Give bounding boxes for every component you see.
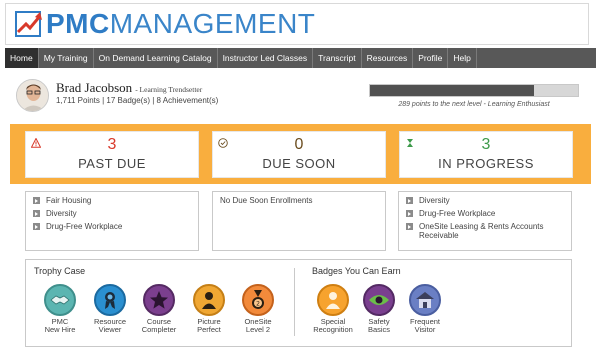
badge-safety-basics[interactable]: Safety Basics	[354, 284, 404, 334]
arrow-bullet-icon	[33, 210, 40, 217]
nav-help[interactable]: Help	[448, 48, 477, 68]
list-item-label: Diversity	[46, 209, 77, 218]
list-item[interactable]: Diversity	[406, 196, 564, 205]
badge-line2: Basics	[367, 325, 391, 334]
badge-line2: Level 2	[245, 325, 271, 334]
arrow-bullet-icon	[33, 197, 40, 204]
section-divider	[294, 268, 295, 336]
badge-resource-viewer[interactable]: Resource Viewer	[85, 284, 135, 334]
logo-mark-icon	[14, 8, 44, 40]
list-item-label: Drug-Free Workplace	[419, 209, 496, 218]
person-icon	[193, 284, 225, 316]
due-soon-count: 0	[294, 136, 304, 153]
arrow-bullet-icon	[406, 223, 413, 230]
arrow-bullet-icon	[406, 197, 413, 204]
badge-line2: New Hire	[44, 325, 76, 334]
profile-name-line: Brad Jacobson - Learning Trendsetter	[56, 80, 202, 96]
badge-line2: Perfect	[197, 325, 221, 334]
handshake-icon	[44, 284, 76, 316]
arrow-bullet-icon	[406, 210, 413, 217]
medal-icon: 2	[242, 284, 274, 316]
past-due-count: 3	[107, 136, 117, 153]
house-icon	[409, 284, 441, 316]
due-soon-label: DUE SOON	[262, 156, 336, 171]
list-item[interactable]: Drug-Free Workplace	[406, 209, 564, 218]
status-band: 3 PAST DUE 0 DUE SOON 3 IN PROGRESS	[10, 124, 591, 184]
ribbon-icon	[94, 284, 126, 316]
list-item-label: OneSite Leasing & Rents Accounts Receiva…	[419, 222, 544, 240]
level-progress-fill	[370, 85, 535, 96]
clock-icon	[218, 135, 228, 148]
badge-line2: Completer	[141, 325, 177, 334]
nav-on-demand-catalog[interactable]: On Demand Learning Catalog	[94, 48, 218, 68]
main-nav: Home My Training On Demand Learning Cata…	[5, 48, 596, 68]
past-due-label: PAST DUE	[78, 156, 146, 171]
level-progress-bar	[369, 84, 579, 97]
badge-onesite-level-2[interactable]: 2 OneSite Level 2	[233, 284, 283, 334]
due-soon-card[interactable]: 0 DUE SOON	[212, 131, 386, 178]
list-item-label: Diversity	[419, 196, 450, 205]
trophy-panel: Trophy Case Badges You Can Earn PMC New H…	[25, 259, 572, 347]
profile-title: - Learning Trendsetter	[135, 85, 203, 94]
badge-line2: Recognition	[313, 325, 353, 334]
list-item[interactable]: Drug-Free Workplace	[33, 222, 191, 231]
hourglass-icon	[405, 135, 415, 147]
past-due-list: Fair Housing Diversity Drug-Free Workpla…	[25, 191, 199, 251]
list-item[interactable]: OneSite Leasing & Rents Accounts Receiva…	[406, 222, 564, 240]
brand-logo[interactable]: PMCMANAGEMENT	[14, 8, 315, 40]
nav-home[interactable]: Home	[5, 48, 39, 68]
nav-resources[interactable]: Resources	[362, 48, 414, 68]
due-soon-empty-message: No Due Soon Enrollments	[220, 196, 313, 205]
nav-profile[interactable]: Profile	[413, 48, 449, 68]
badge-line2: Viewer	[98, 325, 122, 334]
arrow-bullet-icon	[33, 223, 40, 230]
profile-name: Brad Jacobson	[56, 80, 133, 95]
nav-transcript[interactable]: Transcript	[313, 48, 362, 68]
header-logo-bar: PMCMANAGEMENT	[5, 3, 589, 45]
past-due-card[interactable]: 3 PAST DUE	[25, 131, 199, 178]
svg-text:2: 2	[256, 301, 260, 308]
badge-course-completer[interactable]: Course Completer	[134, 284, 184, 334]
progress-caption: 289 points to the next level - Learning …	[398, 101, 550, 108]
list-item[interactable]: Fair Housing	[33, 196, 191, 205]
person-icon	[317, 284, 349, 316]
badge-frequent-visitor[interactable]: Frequent Visitor	[400, 284, 450, 334]
badge-picture-perfect[interactable]: Picture Perfect	[184, 284, 234, 334]
avatar[interactable]	[16, 79, 49, 112]
list-item-label: Drug-Free Workplace	[46, 222, 123, 231]
due-soon-list: No Due Soon Enrollments	[212, 191, 386, 251]
eye-icon	[363, 284, 395, 316]
badge-pmc-new-hire[interactable]: PMC New Hire	[35, 284, 85, 334]
profile-stats: 1,711 Points | 17 Badge(s) | 8 Achieveme…	[56, 96, 219, 105]
list-item-label: Fair Housing	[46, 196, 92, 205]
in-progress-label: IN PROGRESS	[438, 156, 534, 171]
brand-name-rest: MANAGEMENT	[109, 8, 316, 39]
star-icon	[143, 284, 175, 316]
nav-my-training[interactable]: My Training	[39, 48, 94, 68]
badge-line2: Visitor	[414, 325, 436, 334]
in-progress-list: Diversity Drug-Free Workplace OneSite Le…	[398, 191, 572, 251]
nav-instructor-led[interactable]: Instructor Led Classes	[218, 48, 314, 68]
in-progress-card[interactable]: 3 IN PROGRESS	[399, 131, 573, 178]
brand-name-bold: PMC	[46, 8, 110, 39]
badge-special-recognition[interactable]: Special Recognition	[308, 284, 358, 334]
list-item[interactable]: Diversity	[33, 209, 191, 218]
trophy-case-title: Trophy Case	[34, 266, 86, 276]
warning-icon	[30, 135, 42, 148]
in-progress-count: 3	[481, 136, 491, 153]
badges-earn-title: Badges You Can Earn	[312, 266, 401, 276]
